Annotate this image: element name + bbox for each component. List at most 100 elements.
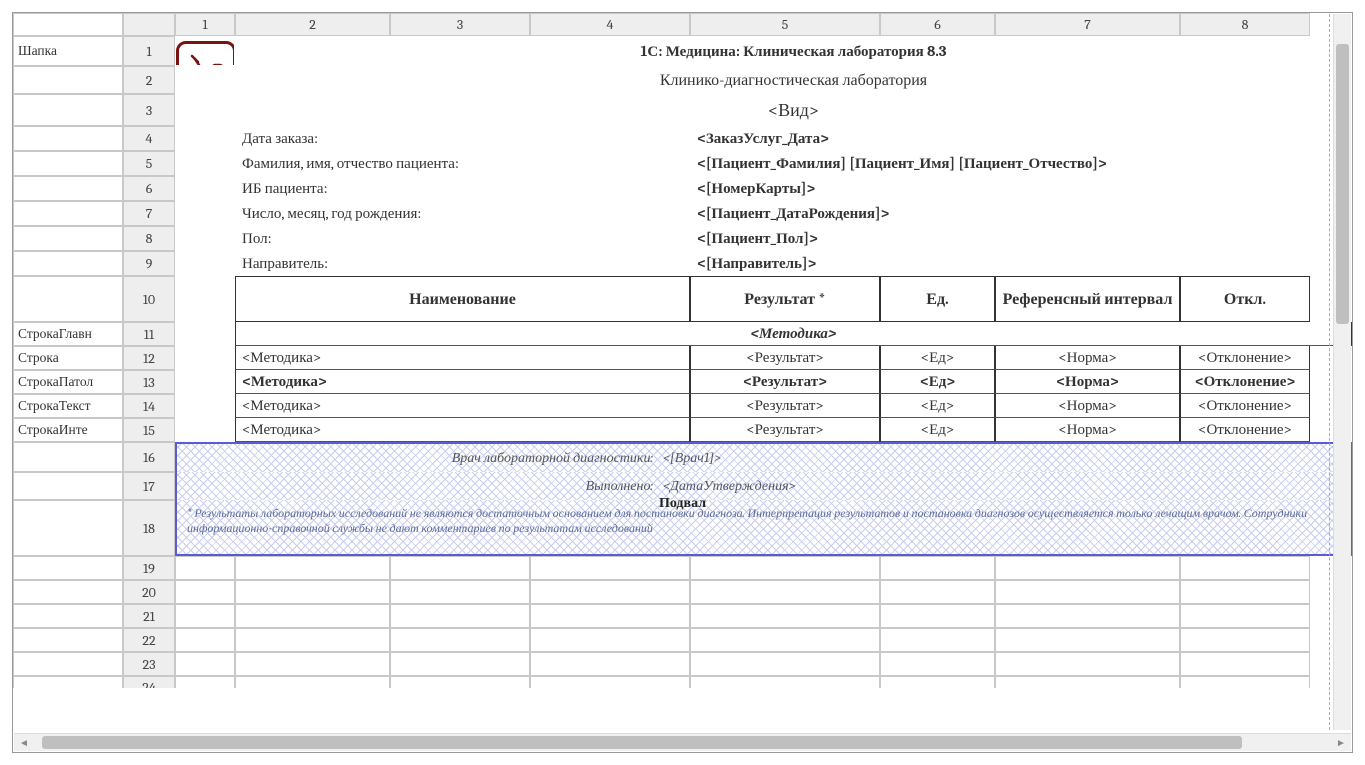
rownum-header[interactable]	[123, 13, 175, 36]
cell-ref[interactable]: <Норма>	[995, 370, 1180, 394]
row-label-empty[interactable]	[13, 500, 123, 556]
cell-ref[interactable]: <Норма>	[995, 346, 1180, 370]
row-number[interactable]: 1	[123, 36, 175, 66]
cell-result[interactable]: <Результат>	[690, 418, 880, 442]
row-label-empty[interactable]	[13, 472, 123, 500]
row-number[interactable]: 8	[123, 226, 175, 251]
th-ref: Референсный интервал	[995, 276, 1180, 322]
grid-row: 21	[13, 604, 1352, 628]
grid-row: 19	[13, 556, 1352, 580]
grid-row: 2 Клинико-диагностическая лаборатория	[13, 66, 1352, 94]
cell-result[interactable]: <Результат>	[690, 394, 880, 418]
cell-ref[interactable]: <Норма>	[995, 418, 1180, 442]
footer-zone: Подвал 16 Врач лабораторной диагностики:…	[13, 442, 1352, 556]
scroll-left-arrow-icon[interactable]: ◄	[14, 734, 34, 751]
row-number[interactable]: 21	[123, 604, 175, 628]
row-number[interactable]: 7	[123, 201, 175, 226]
corner-cell[interactable]	[13, 13, 123, 36]
row-label-empty[interactable]	[13, 226, 123, 251]
cell-name[interactable]: <Методика>	[235, 418, 690, 442]
col-header-4[interactable]: 4	[530, 13, 690, 36]
column-header-row: 1 2 3 4 5 6 7 8	[13, 13, 1352, 36]
field-value: <[НомерКарты]>	[690, 176, 1352, 201]
cell-dev[interactable]: <Отклонение>	[1180, 394, 1310, 418]
row-number[interactable]: 16	[123, 442, 175, 472]
row-label-empty[interactable]	[13, 201, 123, 226]
field-label: Фамилия, имя, отчество пациента:	[235, 151, 690, 176]
row-label-empty[interactable]	[13, 676, 123, 688]
row-label-empty[interactable]	[13, 628, 123, 652]
col-header-3[interactable]: 3	[390, 13, 530, 36]
col-header-2[interactable]: 2	[235, 13, 390, 36]
row-number[interactable]: 19	[123, 556, 175, 580]
section-label-stroka[interactable]: Строка	[13, 346, 123, 370]
row-number[interactable]: 5	[123, 151, 175, 176]
cell-name[interactable]: <Методика>	[235, 346, 690, 370]
row-number[interactable]: 23	[123, 652, 175, 676]
col-header-5[interactable]: 5	[690, 13, 880, 36]
row-label-empty[interactable]	[13, 176, 123, 201]
col-header-6[interactable]: 6	[880, 13, 995, 36]
table-row: Строка 12 <Методика> <Результат> <Ед> <Н…	[13, 346, 1352, 370]
section-label-shapka[interactable]: Шапка	[13, 36, 123, 66]
row-number[interactable]: 11	[123, 322, 175, 346]
row-number[interactable]: 9	[123, 251, 175, 276]
horizontal-scrollbar-thumb[interactable]	[42, 736, 1242, 749]
row-number[interactable]: 14	[123, 394, 175, 418]
row-number[interactable]: 4	[123, 126, 175, 151]
row-number[interactable]: 3	[123, 94, 175, 126]
section-label-stroka-patol[interactable]: СтрокаПатол	[13, 370, 123, 394]
row-number[interactable]: 22	[123, 628, 175, 652]
cell-name[interactable]: <Методика>	[235, 370, 690, 394]
section-label-stroka-tekst[interactable]: СтрокаТекст	[13, 394, 123, 418]
footer-doctor-label: Врач лабораторной диагностики:	[183, 449, 663, 467]
row-label-empty[interactable]	[13, 126, 123, 151]
table-row: СтрокаПатол 13 <Методика> <Результат> <Е…	[13, 370, 1352, 394]
row-label-empty[interactable]	[13, 94, 123, 126]
scroll-right-arrow-icon[interactable]: ►	[1331, 734, 1351, 751]
row-label-empty[interactable]	[13, 251, 123, 276]
row-number[interactable]: 15	[123, 418, 175, 442]
vertical-scrollbar[interactable]	[1333, 14, 1351, 730]
row-label-empty[interactable]	[13, 580, 123, 604]
cell-unit[interactable]: <Ед>	[880, 418, 995, 442]
footer-section-label: Подвал	[659, 494, 706, 512]
cell-ref[interactable]: <Норма>	[995, 394, 1180, 418]
row-label-empty[interactable]	[13, 276, 123, 322]
cell-result[interactable]: <Результат>	[690, 346, 880, 370]
cell-dev[interactable]: <Отклонение>	[1180, 346, 1310, 370]
grid-row: 8 Пол: <[Пациент_Пол]>	[13, 226, 1352, 251]
row-label-empty[interactable]	[13, 604, 123, 628]
row-number[interactable]: 17	[123, 472, 175, 500]
row-label-empty[interactable]	[13, 652, 123, 676]
row-number[interactable]: 2	[123, 66, 175, 94]
row-number[interactable]: 24	[123, 676, 175, 688]
field-value: <[Пациент_Пол]>	[690, 226, 1352, 251]
cell-unit[interactable]: <Ед>	[880, 394, 995, 418]
row-number[interactable]: 6	[123, 176, 175, 201]
vertical-scrollbar-thumb[interactable]	[1336, 44, 1349, 324]
col-header-8[interactable]: 8	[1180, 13, 1310, 36]
row-label-empty[interactable]	[13, 556, 123, 580]
row-number[interactable]: 18	[123, 500, 175, 556]
horizontal-scrollbar[interactable]: ◄ ►	[14, 733, 1351, 751]
section-label-stroka-inte[interactable]: СтрокаИнте	[13, 418, 123, 442]
row-number[interactable]: 10	[123, 276, 175, 322]
cell-result[interactable]: <Результат>	[690, 370, 880, 394]
row-label-empty[interactable]	[13, 66, 123, 94]
col-header-7[interactable]: 7	[995, 13, 1180, 36]
cell-name[interactable]: <Методика>	[235, 394, 690, 418]
row-label-empty[interactable]	[13, 442, 123, 472]
cell-unit[interactable]: <Ед>	[880, 346, 995, 370]
col-header-1[interactable]: 1	[175, 13, 235, 36]
field-label: Пол:	[235, 226, 690, 251]
section-label-stroka-glav[interactable]: СтрокаГлавн	[13, 322, 123, 346]
cell-unit[interactable]: <Ед>	[880, 370, 995, 394]
row-number[interactable]: 20	[123, 580, 175, 604]
row-number[interactable]: 12	[123, 346, 175, 370]
cell-dev[interactable]: <Отклонение>	[1180, 370, 1310, 394]
th-dev: Откл.	[1180, 276, 1310, 322]
cell-dev[interactable]: <Отклонение>	[1180, 418, 1310, 442]
row-number[interactable]: 13	[123, 370, 175, 394]
row-label-empty[interactable]	[13, 151, 123, 176]
